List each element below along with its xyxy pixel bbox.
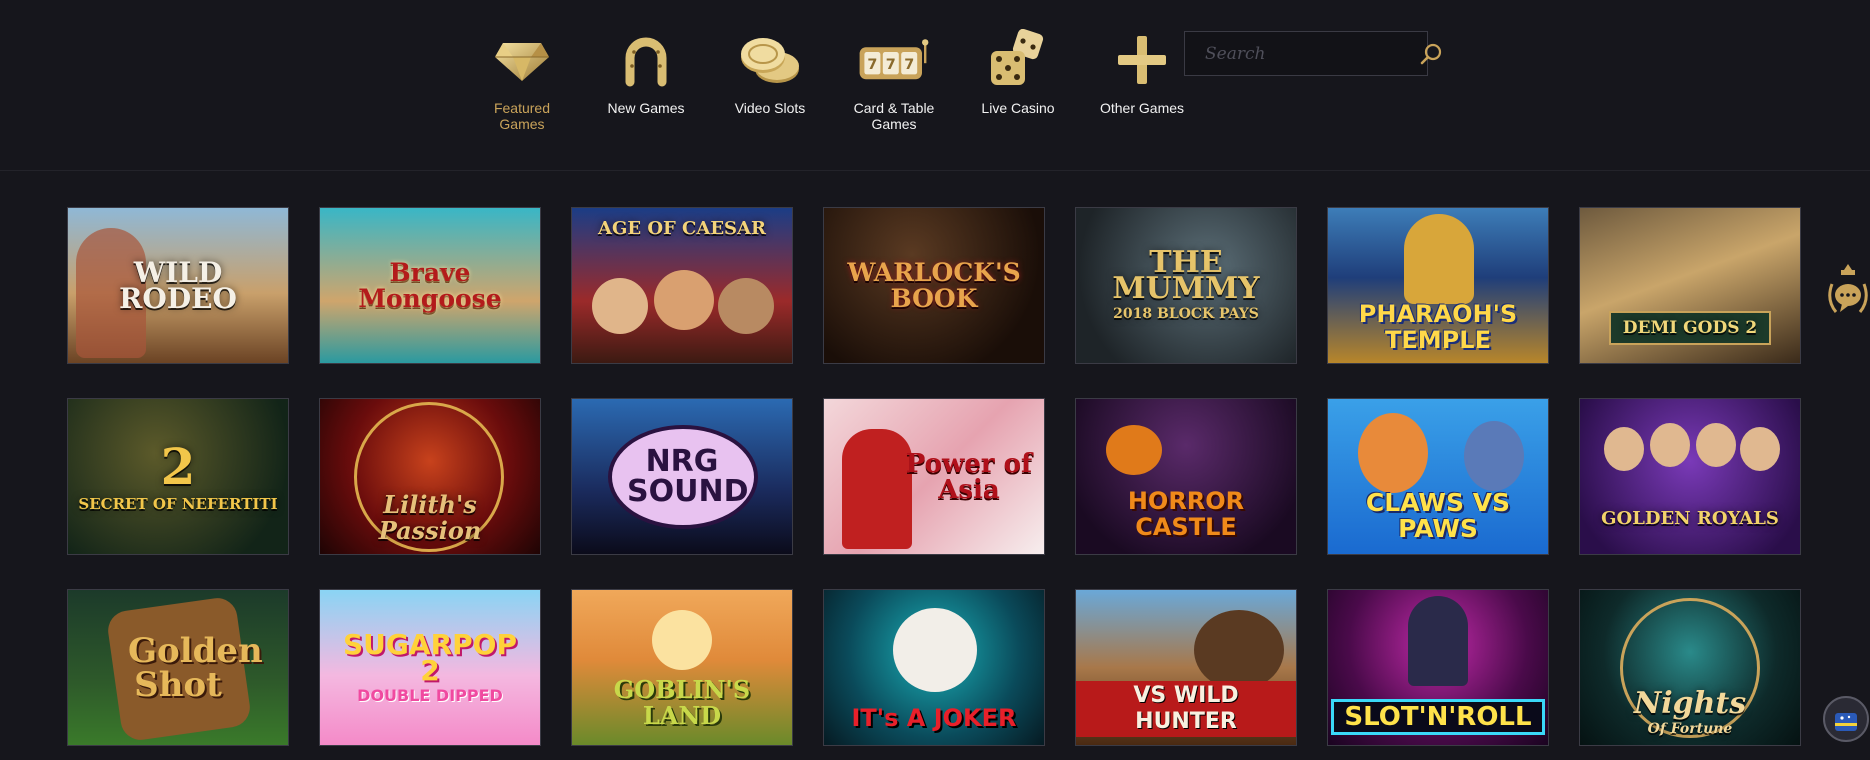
- game-title-main: THE MUMMY: [1112, 244, 1260, 306]
- svg-text:7: 7: [904, 57, 914, 73]
- game-title: Nights Of Fortune: [1624, 689, 1756, 738]
- game-tile-warlocks-book[interactable]: WARLOCK'S BOOK: [823, 207, 1045, 364]
- game-tile-horror-castle[interactable]: HORROR CASTLE: [1075, 398, 1297, 555]
- live-chat-button[interactable]: [1826, 262, 1870, 322]
- game-title: DEMI GODS 2: [1608, 311, 1772, 345]
- nav-video-slots-label: Video Slots: [734, 100, 806, 116]
- game-title: Power of Asia: [905, 448, 1033, 505]
- game-title-main: 2: [160, 436, 196, 496]
- diamond-icon: [486, 24, 558, 96]
- game-title: PHARAOH'S TEMPLE: [1358, 300, 1518, 354]
- game-tile-demi-gods-2[interactable]: DEMI GODS 2: [1579, 207, 1801, 364]
- curacao-seal-icon: [1823, 696, 1869, 742]
- game-tile-claws-vs-paws[interactable]: CLAWS VS PAWS: [1327, 398, 1549, 555]
- game-title: WARLOCK'S BOOK: [847, 257, 1021, 313]
- game-tile-power-of-asia[interactable]: Power of Asia: [823, 398, 1045, 555]
- coins-icon: [734, 24, 806, 96]
- game-title: WILD RODEO: [119, 255, 237, 315]
- dice-icon: [982, 24, 1054, 96]
- game-grid: WILD RODEO Brave Mongoose AGE OF CAESAR …: [67, 207, 1801, 746]
- game-title: NRG SOUND: [627, 443, 749, 509]
- game-title: AGE OF CAESAR: [598, 218, 766, 239]
- game-tile-its-a-joker[interactable]: IT's A JOKER: [823, 589, 1045, 746]
- game-title: IT's A JOKER: [851, 704, 1017, 732]
- search-box: [1184, 31, 1442, 76]
- game-tile-wild-rodeo[interactable]: WILD RODEO: [67, 207, 289, 364]
- search-icon: [1420, 43, 1442, 64]
- game-tile-age-of-caesar[interactable]: AGE OF CAESAR: [571, 207, 793, 364]
- game-tile-golden-royals[interactable]: GOLDEN ROYALS: [1579, 398, 1801, 555]
- game-title: HORROR CASTLE: [1127, 487, 1245, 541]
- game-tile-golden-shot[interactable]: Golden Shot: [67, 589, 289, 746]
- chat-laurel-icon: [1828, 264, 1868, 313]
- nav-live-casino[interactable]: Live Casino: [956, 24, 1080, 132]
- game-tile-liliths-passion[interactable]: Lilith's Passion: [319, 398, 541, 555]
- nav-new-games[interactable]: New Games: [584, 24, 708, 132]
- game-subtitle: Of Fortune: [1647, 721, 1733, 737]
- svg-text:7: 7: [886, 57, 896, 73]
- game-tile-the-mummy[interactable]: THE MUMMY 2018 BLOCK PAYS: [1075, 207, 1297, 364]
- game-title: SUGARPOP 2 DOUBLE DIPPED: [320, 630, 540, 705]
- game-subtitle: DOUBLE DIPPED: [357, 685, 503, 705]
- nav-card-table-games-label: Card & Table Games: [853, 100, 935, 132]
- horseshoe-icon: [610, 24, 682, 96]
- nav-card-table-games[interactable]: 7 7 7 Card & Table Games: [832, 24, 956, 132]
- curacao-gaming-seal[interactable]: [1822, 693, 1870, 745]
- game-title: THE MUMMY 2018 BLOCK PAYS: [1076, 247, 1296, 322]
- game-tile-wild-hunter[interactable]: VS WILD HUNTER: [1075, 589, 1297, 746]
- game-title: SLOT'N'ROLL: [1331, 699, 1545, 735]
- game-title: VS WILD HUNTER: [1076, 681, 1296, 737]
- game-tile-nights-of-fortune[interactable]: Nights Of Fortune: [1579, 589, 1801, 746]
- game-title: GOBLIN'S LAND: [613, 675, 751, 730]
- game-title: GOLDEN ROYALS: [1601, 508, 1779, 529]
- game-tile-sugarpop-2[interactable]: SUGARPOP 2 DOUBLE DIPPED: [319, 589, 541, 746]
- nav-live-casino-label: Live Casino: [981, 100, 1055, 116]
- category-header: Featured Games New Games Video Slots 7 7…: [0, 0, 1870, 171]
- game-title: Lilith's Passion: [378, 490, 482, 545]
- game-title-main: SUGARPOP 2: [343, 627, 517, 687]
- search-button[interactable]: [1419, 32, 1443, 75]
- game-title: 2 SECRET OF NEFERTITI: [68, 441, 287, 513]
- nav-new-games-label: New Games: [607, 100, 685, 116]
- plus-icon: [1106, 24, 1178, 96]
- game-title: Golden Shot: [128, 630, 263, 705]
- game-subtitle: 2018 BLOCK PAYS: [1113, 305, 1259, 322]
- game-tile-slot-n-roll[interactable]: SLOT'N'ROLL: [1327, 589, 1549, 746]
- game-title-main: Nights: [1633, 686, 1747, 721]
- game-title: Brave Mongoose: [358, 257, 502, 313]
- slot-machine-icon: 7 7 7: [858, 24, 930, 96]
- nav-other-games-label: Other Games: [1099, 100, 1185, 116]
- nav-video-slots[interactable]: Video Slots: [708, 24, 832, 132]
- nav-featured-games-label: Featured Games: [493, 100, 551, 132]
- game-tile-nrg-sound[interactable]: NRG SOUND: [571, 398, 793, 555]
- game-tile-brave-mongoose[interactable]: Brave Mongoose: [319, 207, 541, 364]
- search-input[interactable]: [1185, 32, 1419, 75]
- svg-text:7: 7: [867, 57, 877, 73]
- nav-featured-games[interactable]: Featured Games: [460, 24, 584, 132]
- category-nav: Featured Games New Games Video Slots 7 7…: [460, 24, 1204, 132]
- game-tile-goblins-land[interactable]: GOBLIN'S LAND: [571, 589, 793, 746]
- game-tile-pharaohs-temple[interactable]: PHARAOH'S TEMPLE: [1327, 207, 1549, 364]
- game-tile-secret-of-nefertiti-2[interactable]: 2 SECRET OF NEFERTITI: [67, 398, 289, 555]
- game-title: CLAWS VS PAWS: [1365, 488, 1511, 543]
- game-subtitle: SECRET OF NEFERTITI: [78, 494, 278, 513]
